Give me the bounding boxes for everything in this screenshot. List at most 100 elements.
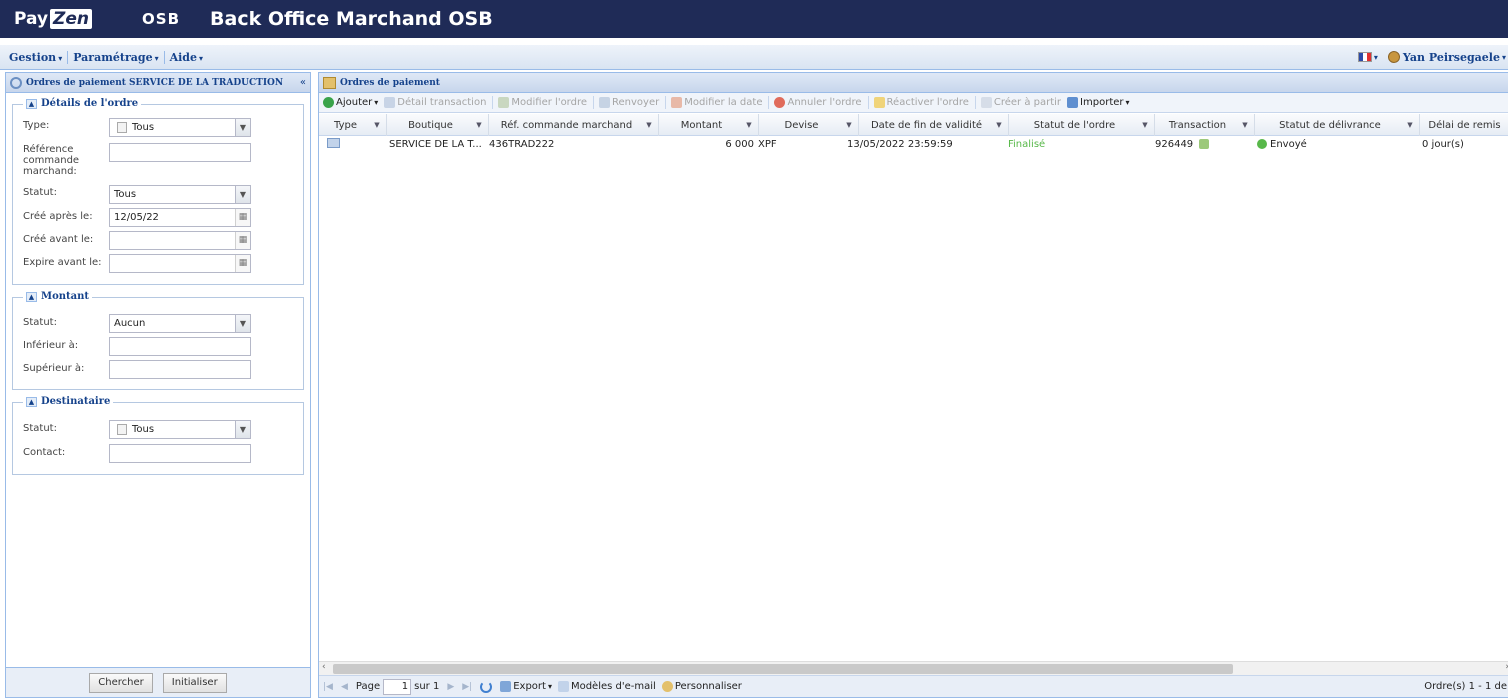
reference-input[interactable] bbox=[109, 143, 251, 162]
cell-transaction[interactable]: 926449 bbox=[1155, 139, 1210, 150]
chevron-down-icon[interactable]: ▼ bbox=[235, 421, 250, 438]
amount-status-select[interactable]: Aucun ▼ bbox=[109, 314, 251, 333]
column-header-delai[interactable]: Délai de remis bbox=[1420, 114, 1508, 136]
column-header-devise[interactable]: Devise ▼ bbox=[759, 114, 859, 136]
scrollbar-thumb[interactable] bbox=[333, 664, 1233, 674]
reset-button[interactable]: Initialiser bbox=[162, 672, 227, 693]
calendar-icon[interactable]: ▦ bbox=[235, 232, 250, 249]
amount-status-label: Statut: bbox=[23, 317, 57, 328]
app-header: Pay Zen OSB Back Office Marchand OSB bbox=[0, 0, 1508, 38]
email-models-button[interactable]: Modèles d'e-mail bbox=[557, 681, 656, 692]
page-number-input[interactable]: 1 bbox=[383, 678, 412, 695]
type-select[interactable]: Tous ▼ bbox=[109, 118, 251, 137]
copy-icon bbox=[980, 97, 992, 108]
expires-before-row: Expire avant le: bbox=[23, 257, 113, 268]
chevron-down-icon[interactable]: ▼ bbox=[235, 119, 250, 136]
expires-before-label: Expire avant le: bbox=[23, 257, 102, 268]
orders-panel-title: Ordres de paiement bbox=[340, 77, 440, 88]
horizontal-scrollbar[interactable]: ‹ › bbox=[319, 661, 1508, 675]
type-row: Type: bbox=[23, 120, 113, 131]
cancel-order-button[interactable]: Annuler l'ordre bbox=[774, 97, 862, 108]
add-button[interactable]: Ajouter ▾ bbox=[323, 97, 378, 108]
collapse-toggle-icon[interactable]: ▲ bbox=[26, 98, 37, 109]
column-header-statut-ordre[interactable]: Statut de l'ordre ▼ bbox=[1009, 114, 1155, 136]
column-header-statut-delivrance[interactable]: Statut de délivrance ▼ bbox=[1255, 114, 1420, 136]
column-header-type[interactable]: Type ▼ bbox=[319, 114, 387, 136]
chevron-down-icon[interactable]: ▾ bbox=[1502, 53, 1506, 62]
export-button[interactable]: Export ▾ bbox=[500, 681, 552, 692]
contact-input[interactable] bbox=[109, 444, 251, 463]
resend-button[interactable]: Renvoyer bbox=[599, 97, 659, 108]
menubar: Gestion ▾ Paramétrage ▾ Aide ▾ ▾ Yan Peirse… bbox=[0, 45, 1508, 70]
status-select[interactable]: Tous ▼ bbox=[109, 185, 251, 204]
user-icon bbox=[1387, 51, 1400, 63]
chevron-down-icon[interactable]: ▼ bbox=[235, 315, 250, 332]
recipient-status-select[interactable]: Tous ▼ bbox=[109, 420, 251, 439]
user-menu[interactable]: Yan Peirsegaele bbox=[1403, 51, 1500, 64]
greater-than-input[interactable] bbox=[109, 360, 251, 379]
calendar-icon[interactable]: ▦ bbox=[235, 209, 250, 226]
menu-gestion[interactable]: Gestion ▾ bbox=[6, 51, 65, 64]
chevron-down-icon[interactable]: ▼ bbox=[644, 119, 654, 131]
edit-date-button[interactable]: Modifier la date bbox=[671, 97, 762, 108]
cancel-icon bbox=[774, 97, 786, 108]
edit-order-button[interactable]: Modifier l'ordre bbox=[498, 97, 587, 108]
collapse-toggle-icon[interactable]: ▲ bbox=[26, 291, 37, 302]
scroll-left-icon[interactable]: ‹ bbox=[322, 662, 326, 672]
chevron-down-icon[interactable]: ▼ bbox=[994, 119, 1004, 131]
recipient-legend[interactable]: ▲ Destinataire bbox=[23, 396, 114, 407]
created-after-date-input[interactable]: 12/05/22 ▦ bbox=[109, 208, 251, 227]
created-before-date-input[interactable]: ▦ bbox=[109, 231, 251, 250]
orders-grid-header: Type ▼ Boutique ▼ Réf. commande marchand ▼ … bbox=[319, 114, 1508, 136]
import-button[interactable]: Importer ▾ bbox=[1067, 97, 1130, 108]
column-header-boutique[interactable]: Boutique ▼ bbox=[387, 114, 489, 136]
chevron-down-icon[interactable]: ▼ bbox=[372, 119, 382, 131]
column-header-date-fin[interactable]: Date de fin de validité ▼ bbox=[859, 114, 1009, 136]
column-header-reference[interactable]: Réf. commande marchand ▼ bbox=[489, 114, 659, 136]
toolbar-divider bbox=[492, 96, 494, 109]
chevron-down-icon[interactable]: ▼ bbox=[844, 119, 854, 131]
chevron-down-icon[interactable]: ▼ bbox=[744, 119, 754, 131]
transaction-detail-button[interactable]: Détail transaction bbox=[384, 97, 486, 108]
chevron-down-icon[interactable]: ▼ bbox=[1240, 119, 1250, 131]
calendar-icon[interactable]: ▦ bbox=[235, 255, 250, 272]
recipient-fieldset: ▲ Destinataire Statut: Tous ▼ Contact: bbox=[12, 396, 304, 475]
chevron-down-icon[interactable]: ▼ bbox=[235, 186, 250, 203]
collapse-panel-icon[interactable]: « bbox=[300, 77, 306, 88]
search-button[interactable]: Chercher bbox=[89, 672, 153, 693]
customize-button[interactable]: Personnaliser bbox=[661, 681, 742, 692]
email-icon bbox=[557, 681, 569, 692]
chevron-down-icon[interactable]: ▼ bbox=[474, 119, 484, 131]
contact-label: Contact: bbox=[23, 447, 66, 458]
cell-reference: 436TRAD222 bbox=[489, 139, 555, 150]
reactivate-order-button[interactable]: Réactiver l'ordre bbox=[873, 97, 969, 108]
order-details-legend[interactable]: ▲ Détails de l'ordre bbox=[23, 98, 142, 109]
toolbar-divider bbox=[768, 96, 770, 109]
search-panel-header: Ordres de paiement SERVICE DE LA TRADUCT… bbox=[6, 73, 310, 93]
cell-date-fin: 13/05/2022 23:59:59 bbox=[847, 139, 953, 150]
first-page-icon[interactable]: |◀ bbox=[323, 682, 333, 692]
expires-before-date-input[interactable]: ▦ bbox=[109, 254, 251, 273]
chevron-down-icon[interactable]: ▾ bbox=[1374, 53, 1378, 62]
next-page-icon[interactable]: ▶ bbox=[447, 682, 454, 692]
collapse-toggle-icon[interactable]: ▲ bbox=[26, 396, 37, 407]
previous-page-icon[interactable]: ◀ bbox=[341, 682, 348, 692]
create-from-button[interactable]: Créer à partir bbox=[980, 97, 1061, 108]
tag-icon bbox=[1199, 139, 1210, 149]
pagination-bar: |◀ ◀ Page 1 sur 1 ▶ ▶| Export ▾ Modèles d… bbox=[319, 675, 1508, 697]
record-count: Ordre(s) 1 - 1 de bbox=[1424, 681, 1507, 692]
column-header-transaction[interactable]: Transaction ▼ bbox=[1155, 114, 1255, 136]
menu-parametrage[interactable]: Paramétrage ▾ bbox=[70, 51, 161, 64]
amount-legend[interactable]: ▲ Montant bbox=[23, 291, 92, 302]
column-header-montant[interactable]: Montant ▼ bbox=[659, 114, 759, 136]
menu-aide[interactable]: Aide ▾ bbox=[167, 51, 206, 64]
type-label: Type: bbox=[23, 120, 50, 131]
chevron-down-icon[interactable]: ▼ bbox=[1405, 119, 1415, 131]
table-row[interactable]: SERVICE DE LA T... 436TRAD222 6 000 XPF … bbox=[319, 136, 1508, 154]
lower-than-input[interactable] bbox=[109, 337, 251, 356]
refresh-icon[interactable] bbox=[480, 680, 493, 693]
chevron-down-icon[interactable]: ▼ bbox=[1140, 119, 1150, 131]
status-row: Statut: bbox=[23, 187, 113, 198]
language-flag-icon[interactable] bbox=[1357, 52, 1372, 62]
last-page-icon[interactable]: ▶| bbox=[462, 682, 472, 692]
